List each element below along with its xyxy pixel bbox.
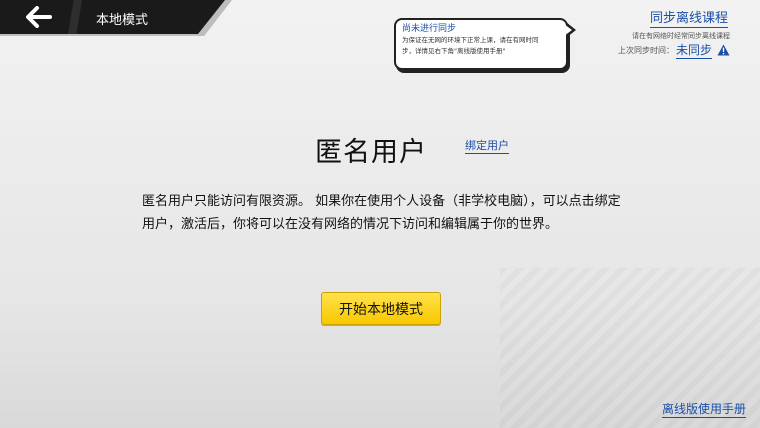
offline-manual-link[interactable]: 离线版使用手册 [661,402,746,418]
sync-notice-title: 尚未进行同步 [402,24,457,34]
user-title: 匿名用户 [315,137,427,168]
warning-icon [717,44,730,56]
bind-user-link[interactable]: 绑定用户 [465,139,509,154]
last-sync-value[interactable]: 未同步 [675,41,712,59]
last-sync-status: 上次同步时间： 未同步 [618,41,730,59]
start-local-mode-button[interactable]: 开始本地模式 [321,292,441,325]
sync-notice-bubble: 尚未进行同步 为保证在无网的环境下正常上课，请在有网时同 步，详情见右下角"离线… [394,18,568,70]
description-text: 匿名用户只能访问有限资源。 如果你在使用个人设备（非学校电脑），可以点击绑定用户… [142,194,621,232]
mode-title: 本地模式 [96,13,149,28]
sync-notice-body-line1: 为保证在无网的环境下正常上课，请在有网时同 [402,36,539,44]
last-sync-label: 上次同步时间： [617,45,674,55]
bubble-tail-inner [564,24,572,36]
sync-offline-courses-link[interactable]: 同步离线课程 [649,11,728,28]
arrow-left-icon [26,6,52,28]
back-button[interactable] [22,4,56,30]
sync-hint: 请在有网络时经常同步离线课程 [632,32,730,40]
sync-notice-body-line2: 步，详情见右下角"离线版使用手册" [402,47,506,55]
